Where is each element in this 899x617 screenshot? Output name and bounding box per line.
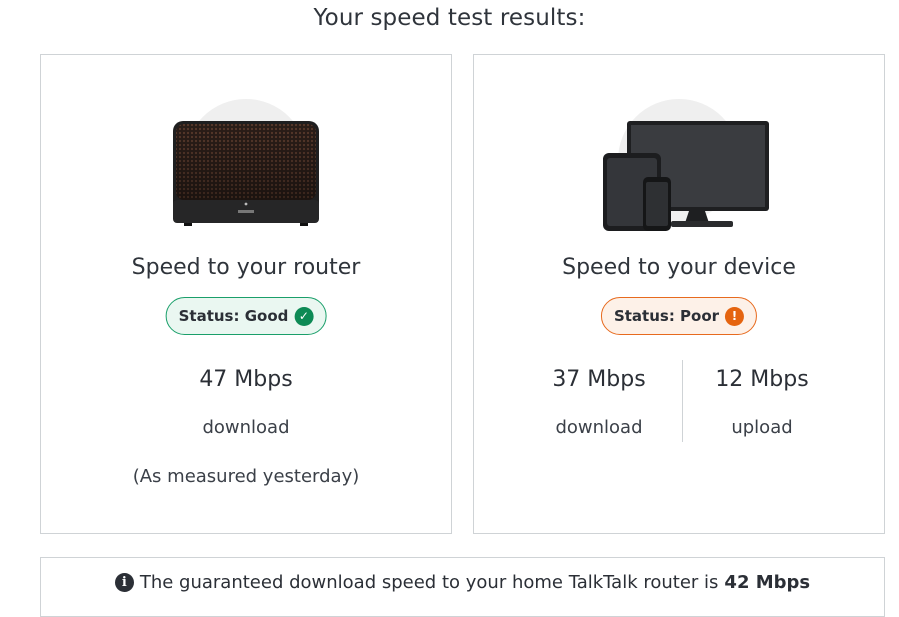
- router-download-value: 47 Mbps: [199, 367, 293, 392]
- device-status-label: Status: Poor: [613, 307, 720, 325]
- check-icon: ✓: [294, 306, 314, 326]
- device-speed-card: Speed to your device Status: Poor ! 37 M…: [473, 54, 885, 534]
- guaranteed-speed-info: i The guaranteed download speed to your …: [40, 557, 885, 617]
- device-download-value: 37 Mbps: [552, 367, 646, 392]
- guaranteed-speed-message: The guaranteed download speed to your ho…: [139, 572, 719, 593]
- router-status-badge: Status: Good ✓: [165, 297, 327, 335]
- device-upload-label: upload: [731, 417, 793, 438]
- router-download-label: download: [202, 417, 290, 438]
- router-status-label: Status: Good: [178, 307, 289, 325]
- router-icon: [173, 121, 319, 226]
- devices-image: [579, 99, 779, 259]
- device-download-label: download: [555, 417, 643, 438]
- device-upload-value: 12 Mbps: [715, 367, 809, 392]
- device-card-heading: Speed to your device: [562, 255, 796, 280]
- guaranteed-speed-text: i The guaranteed download speed to your …: [41, 572, 884, 593]
- router-speed-card: Speed to your router Status: Good ✓ 47 M…: [40, 54, 452, 534]
- devices-icon: [603, 121, 769, 231]
- router-image: [146, 99, 346, 259]
- device-status-badge: Status: Poor !: [600, 297, 758, 335]
- page-title: Your speed test results:: [313, 5, 586, 31]
- guaranteed-speed-value: 42 Mbps: [724, 572, 811, 593]
- info-icon: i: [114, 573, 134, 592]
- router-measured-note: (As measured yesterday): [132, 466, 360, 487]
- exclamation-icon: !: [725, 306, 745, 326]
- router-card-heading: Speed to your router: [131, 255, 361, 280]
